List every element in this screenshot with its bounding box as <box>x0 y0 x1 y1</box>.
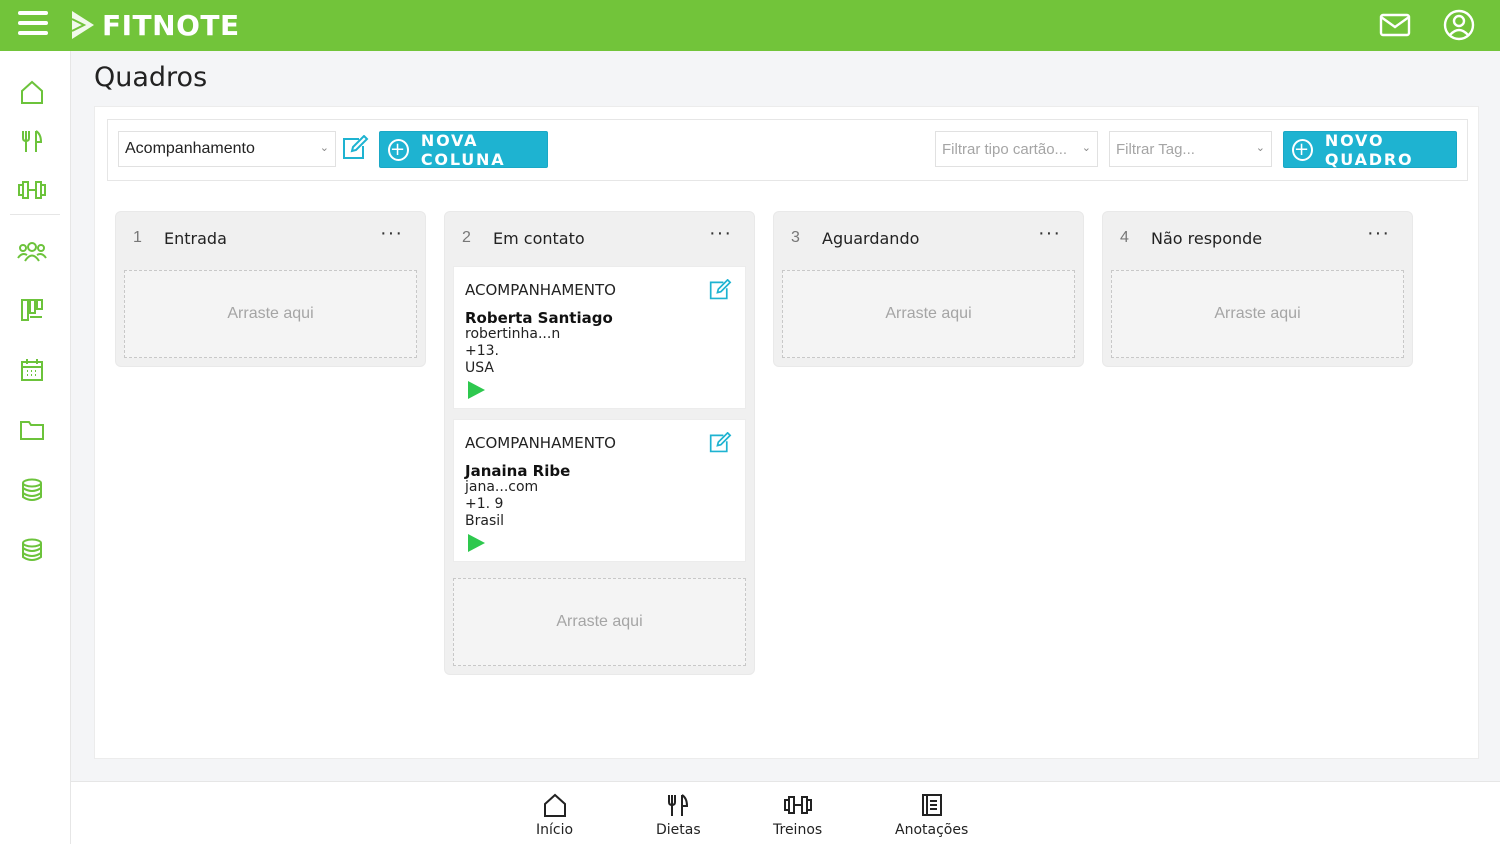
card-type: ACOMPANHAMENTO <box>465 281 616 299</box>
mail-icon[interactable] <box>1378 8 1412 42</box>
board-column: 1 Entrada ··· Arraste aqui <box>115 211 426 367</box>
drop-zone[interactable]: Arraste aqui <box>453 578 746 666</box>
bottom-nav-notes[interactable]: Anotações <box>895 792 968 838</box>
client-country: Brasil <box>465 513 505 529</box>
new-column-label: NOVA COLUNA <box>420 130 506 169</box>
play-icon[interactable] <box>466 533 486 558</box>
logo[interactable]: FITNOTE <box>70 6 240 44</box>
chevron-down-icon: ⌄ <box>319 142 329 154</box>
more-options-icon[interactable]: ··· <box>709 222 732 245</box>
diet-icon <box>22 130 43 152</box>
drop-zone[interactable]: Arraste aqui <box>1111 270 1404 358</box>
board-column: 3 Aguardando ··· Arraste aqui <box>773 211 1084 367</box>
column-number: 4 <box>1120 229 1129 246</box>
bottom-nav-label: Anotações <box>895 822 969 838</box>
calendar-icon <box>21 359 43 381</box>
filter-tag-select[interactable]: Filtrar Tag... ⌄ <box>1109 131 1272 167</box>
page-title: Quadros <box>94 62 208 93</box>
sidebar-item-boards[interactable] <box>16 294 48 326</box>
workout-icon <box>18 181 46 199</box>
drop-zone[interactable]: Arraste aqui <box>782 270 1075 358</box>
home-icon <box>21 80 43 104</box>
new-board-label: NOVO QUADRO <box>1324 130 1414 169</box>
more-options-icon[interactable]: ··· <box>1367 222 1390 245</box>
play-icon[interactable] <box>466 380 486 405</box>
new-column-button[interactable]: + NOVA COLUNA <box>379 130 548 169</box>
notes-icon <box>921 794 942 816</box>
sidebar-divider <box>10 214 60 215</box>
bottom-nav-label: Início <box>536 822 574 838</box>
client-name: Janaina Ribe <box>465 462 571 480</box>
bottom-nav-label: Dietas <box>656 822 701 838</box>
filter-card-type-placeholder: Filtrar tipo cartão... <box>942 140 1068 158</box>
edit-card-icon[interactable] <box>708 431 732 459</box>
more-options-icon[interactable]: ··· <box>380 222 403 245</box>
client-card[interactable]: ACOMPANHAMENTO Roberta Santiago robertin… <box>453 266 746 409</box>
board-column: 4 Não responde ··· Arraste aqui <box>1102 211 1413 367</box>
home-icon <box>543 793 566 817</box>
sidebar-item-diets[interactable] <box>16 125 48 157</box>
clients-icon <box>17 242 47 262</box>
column-number: 2 <box>462 229 471 246</box>
sidebar-item-database-2[interactable] <box>16 534 48 566</box>
client-name: Roberta Santiago <box>465 309 613 327</box>
client-phone: +13. <box>465 343 499 359</box>
bottom-nav: Início Dietas Treinos Anotações <box>71 781 1500 844</box>
boards-icon <box>21 299 43 321</box>
client-country: USA <box>465 360 494 376</box>
diet-icon <box>668 794 689 816</box>
filter-card-type-select[interactable]: Filtrar tipo cartão... ⌄ <box>935 131 1098 167</box>
bottom-nav-label: Treinos <box>773 822 823 838</box>
edit-board-icon[interactable] <box>341 134 369 166</box>
column-title: Em contato <box>493 229 585 248</box>
filter-tag-placeholder: Filtrar Tag... <box>1116 140 1195 158</box>
sidebar-item-database[interactable] <box>16 474 48 506</box>
sidebar-item-files[interactable] <box>16 414 48 446</box>
bottom-nav-diets[interactable]: Dietas <box>656 792 701 838</box>
sidebar-item-workouts[interactable] <box>16 174 48 206</box>
column-number: 3 <box>791 229 800 246</box>
more-options-icon[interactable]: ··· <box>1038 222 1061 245</box>
bottom-nav-workouts[interactable]: Treinos <box>773 792 822 838</box>
plus-circle-icon: + <box>388 138 409 161</box>
database-icon <box>22 538 42 561</box>
board-select-value: Acompanhamento <box>125 140 255 157</box>
board-column: 2 Em contato ··· ACOMPANHAMENTO Roberta … <box>444 211 755 675</box>
bottom-nav-home[interactable]: Início <box>536 792 573 838</box>
chevron-down-icon: ⌄ <box>1255 142 1265 154</box>
sidebar-item-home[interactable] <box>16 76 48 108</box>
workout-icon <box>783 796 812 814</box>
column-header[interactable]: 3 Aguardando ··· <box>774 212 1083 264</box>
logo-text: FITNOTE <box>102 8 240 42</box>
top-bar: FITNOTE <box>0 0 1500 51</box>
client-card[interactable]: ACOMPANHAMENTO Janaina Ribe jana...com +… <box>453 419 746 562</box>
drop-zone[interactable]: Arraste aqui <box>124 270 417 358</box>
folder-icon <box>20 421 44 440</box>
edit-card-icon[interactable] <box>708 278 732 306</box>
chevron-down-icon: ⌄ <box>1081 142 1091 154</box>
sidebar-item-calendar[interactable] <box>16 354 48 386</box>
client-email: robertinha...n <box>465 326 561 342</box>
plus-circle-icon: + <box>1292 138 1313 161</box>
card-type: ACOMPANHAMENTO <box>465 434 616 452</box>
sidebar <box>0 51 71 844</box>
column-header[interactable]: 4 Não responde ··· <box>1103 212 1412 264</box>
sidebar-item-clients[interactable] <box>16 235 48 267</box>
logo-play-icon <box>71 11 94 39</box>
board-content: Acompanhamento ⌄ + NOVA COLUNA Filtrar t… <box>94 106 1479 759</box>
column-title: Aguardando <box>822 229 920 248</box>
column-title: Não responde <box>1151 229 1263 248</box>
user-icon[interactable] <box>1442 8 1476 42</box>
board-select[interactable]: Acompanhamento ⌄ <box>118 131 336 167</box>
column-number: 1 <box>133 229 142 246</box>
menu-icon[interactable] <box>18 11 48 39</box>
column-title: Entrada <box>164 229 227 248</box>
database-icon <box>22 478 42 501</box>
client-email: jana...com <box>465 479 539 495</box>
board-toolbar: Acompanhamento ⌄ + NOVA COLUNA Filtrar t… <box>107 119 1468 181</box>
client-phone: +1. 9 <box>465 496 504 512</box>
column-header[interactable]: 2 Em contato ··· <box>445 212 754 264</box>
new-board-button[interactable]: + NOVO QUADRO <box>1283 130 1457 169</box>
column-header[interactable]: 1 Entrada ··· <box>116 212 425 264</box>
